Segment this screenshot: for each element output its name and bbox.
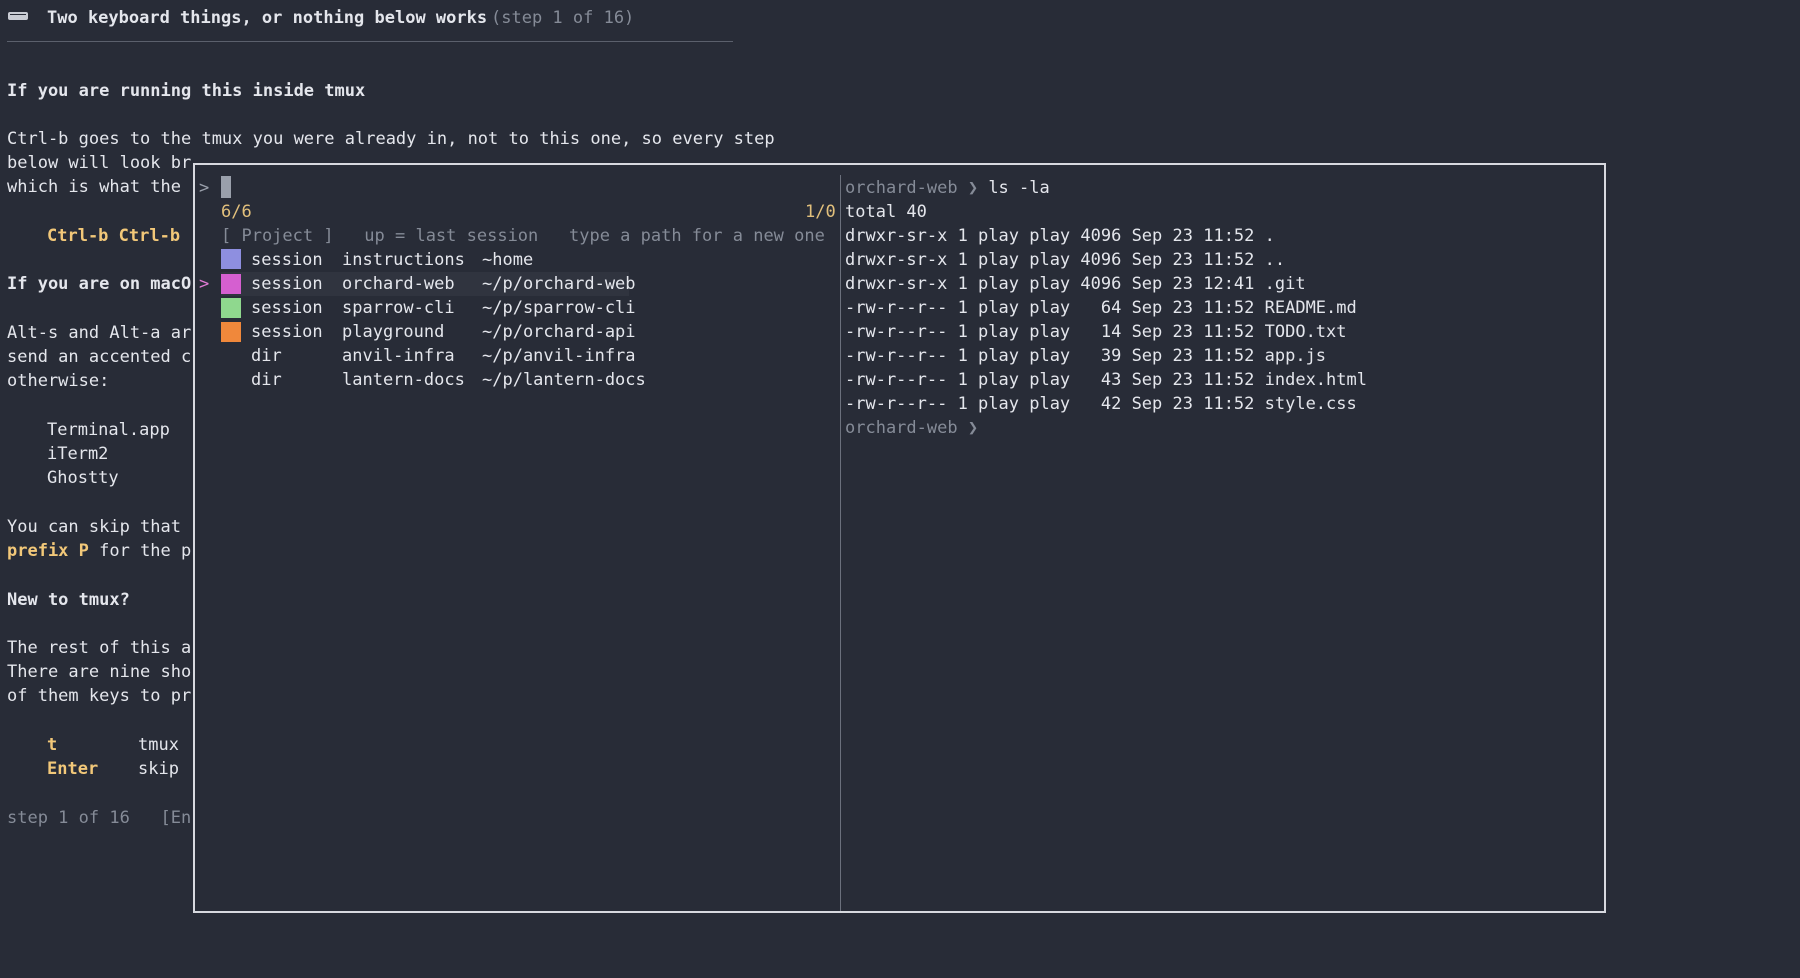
row-kind: session <box>251 298 323 318</box>
session-color-swatch <box>221 249 241 269</box>
rest-paragraph-line-3: of them keys to pr <box>7 686 192 706</box>
output-line: drwxr-sr-x 1 play play 4096 Sep 23 12:41… <box>845 274 1306 294</box>
row-name: sparrow-cli <box>342 298 455 318</box>
picker-hint: [ Project ] up = last session type a pat… <box>221 226 825 246</box>
row-kind: session <box>251 322 323 342</box>
row-path: ~/p/anvil-infra <box>482 346 636 366</box>
app-item: Terminal.app <box>47 420 170 440</box>
output-line: -rw-r--r-- 1 play play 42 Sep 23 11:52 s… <box>845 394 1357 414</box>
shell-prompt-end: orchard-web ❯ <box>845 418 979 438</box>
ctrl-b-key: Ctrl-b Ctrl-b <box>47 226 181 246</box>
row-path: ~/p/orchard-web <box>482 274 636 294</box>
row-kind: session <box>251 274 323 294</box>
page-indicator: 1/0 <box>805 202 836 222</box>
row-path: ~/p/orchard-api <box>482 322 636 342</box>
row-name: orchard-web <box>342 274 455 294</box>
macos-paragraph-line-3: otherwise: <box>7 371 110 391</box>
session-color-swatch <box>221 298 241 318</box>
output-line: -rw-r--r-- 1 play play 14 Sep 23 11:52 T… <box>845 322 1347 342</box>
session-color-swatch <box>221 274 241 294</box>
keyboard-icon <box>8 12 28 20</box>
row-name: lantern-docs <box>342 370 465 390</box>
prefix-p-key: prefix P <box>7 541 89 561</box>
key-t-description: tmux <box>138 735 179 755</box>
tmux-heading: If you are running this inside tmux <box>7 81 366 101</box>
title-rule <box>7 41 733 42</box>
macos-paragraph-line-1: Alt-s and Alt-a ar <box>7 323 192 343</box>
skip-paragraph-text: for the p <box>88 541 192 561</box>
macos-paragraph-line-2: send an accented c <box>7 347 192 367</box>
session-picker-popup[interactable]: > 6/6 1/0 [ Project ] up = last session … <box>193 163 1606 913</box>
output-line: drwxr-sr-x 1 play play 4096 Sep 23 11:52… <box>845 250 1286 270</box>
macos-heading: If you are on macO <box>7 274 192 294</box>
rest-paragraph-line-2: There are nine sho <box>7 662 192 682</box>
row-path: ~home <box>482 250 534 270</box>
row-path: ~/p/sparrow-cli <box>482 298 636 318</box>
row-kind: session <box>251 250 323 270</box>
output-line: total 40 <box>845 202 927 222</box>
shell-prompt: orchard-web ❯ <box>845 178 979 198</box>
rest-paragraph-line-1: The rest of this a <box>7 638 192 658</box>
shell-command: ls -la <box>988 178 1050 198</box>
selected-marker: > <box>199 274 210 294</box>
output-line: -rw-r--r-- 1 play play 64 Sep 23 11:52 R… <box>845 298 1357 318</box>
skip-paragraph-line-2: prefix P for the p <box>7 539 191 563</box>
tmux-paragraph-line-1: Ctrl-b goes to the tmux you were already… <box>7 129 775 149</box>
output-line: drwxr-sr-x 1 play play 4096 Sep 23 11:52… <box>845 226 1275 246</box>
row-name: playground <box>342 322 445 342</box>
row-path: ~/p/lantern-docs <box>482 370 646 390</box>
tmux-paragraph-line-3: which is what the <box>7 177 192 197</box>
app-item: iTerm2 <box>47 444 109 464</box>
row-name: anvil-infra <box>342 346 455 366</box>
skip-paragraph-line-1: You can skip that <box>7 517 192 537</box>
footer-status: step 1 of 16 [En <box>7 808 192 828</box>
preview-command-line: orchard-web ❯ ls -la <box>845 176 1050 200</box>
row-name: instructions <box>342 250 465 270</box>
session-color-swatch <box>221 322 241 342</box>
match-count: 6/6 <box>221 202 252 222</box>
key-enter: Enter <box>47 759 99 779</box>
output-line: -rw-r--r-- 1 play play 39 Sep 23 11:52 a… <box>845 346 1327 366</box>
app-item: Ghostty <box>47 468 119 488</box>
step-title: Two keyboard things, or nothing below wo… <box>47 8 488 28</box>
key-t: t <box>47 735 58 755</box>
step-counter: (step 1 of 16) <box>491 8 635 28</box>
pane-divider <box>840 175 841 911</box>
row-kind: dir <box>251 370 282 390</box>
tmux-paragraph-line-2: below will look br <box>7 153 192 173</box>
new-to-tmux-heading: New to tmux? <box>7 590 130 610</box>
search-input[interactable] <box>221 176 231 198</box>
output-line: -rw-r--r-- 1 play play 43 Sep 23 11:52 i… <box>845 370 1367 390</box>
prompt-caret: > <box>199 178 210 198</box>
row-kind: dir <box>251 346 282 366</box>
key-enter-description: skip <box>138 759 179 779</box>
